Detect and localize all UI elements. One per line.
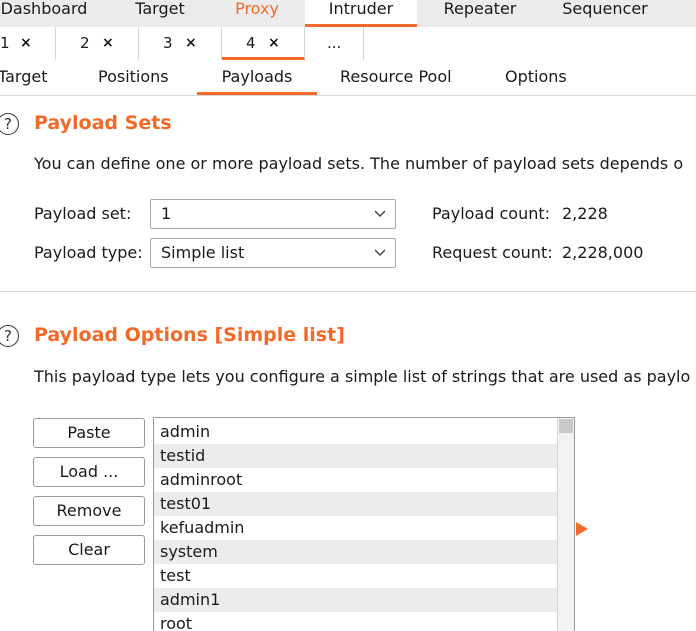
subtab-resource-pool[interactable]: Resource Pool xyxy=(340,61,452,93)
remove-button[interactable]: Remove xyxy=(33,496,145,526)
payload-set-label: Payload set: xyxy=(34,204,132,223)
payload-sets-description: You can define one or more payload sets.… xyxy=(34,154,684,173)
payload-options-title: Payload Options [Simple list] xyxy=(34,324,345,346)
request-count-value: 2,228,000 xyxy=(562,243,644,262)
tab-repeater[interactable]: Repeater xyxy=(425,0,535,26)
payload-count-label: Payload count: xyxy=(432,204,551,223)
tab-proxy[interactable]: Proxy xyxy=(208,0,306,26)
list-item[interactable]: root xyxy=(154,612,557,631)
payload-type-label: Payload type: xyxy=(34,243,143,262)
list-item[interactable]: admin xyxy=(154,420,557,444)
attack-tab-1[interactable]: 1 × xyxy=(0,27,56,60)
intruder-sub-tab-bar: Target Positions Payloads Resource Pool … xyxy=(0,61,696,96)
attack-tab-bar: 1 × 2 × 3 × 4 × ... xyxy=(0,27,696,62)
attack-tab-3[interactable]: 3 × xyxy=(139,27,222,60)
payload-set-value: 1 xyxy=(161,204,172,223)
list-item[interactable]: testid xyxy=(154,444,557,468)
attack-tab-label: 2 xyxy=(80,34,90,52)
list-item[interactable]: test01 xyxy=(154,492,557,516)
tab-sequencer[interactable]: Sequencer xyxy=(547,0,663,26)
close-icon[interactable]: × xyxy=(20,27,32,59)
payload-type-value: Simple list xyxy=(161,243,245,262)
list-scrollbar[interactable] xyxy=(557,418,574,631)
list-item[interactable]: admin1 xyxy=(154,588,557,612)
help-circle-icon[interactable]: ? xyxy=(0,325,19,347)
scrollbar-thumb[interactable] xyxy=(559,419,573,433)
payload-list[interactable]: admin testid adminroot test01 kefuadmin … xyxy=(153,417,575,631)
subtab-options[interactable]: Options xyxy=(505,61,567,93)
subtab-payloads[interactable]: Payloads xyxy=(197,61,317,95)
new-tab-label: ... xyxy=(327,34,342,52)
top-tab-bar: Dashboard Target Proxy Intruder Repeater… xyxy=(0,0,696,28)
new-attack-tab[interactable]: ... xyxy=(305,27,364,60)
close-icon[interactable]: × xyxy=(185,27,197,59)
payload-type-select[interactable]: Simple list xyxy=(150,238,396,268)
attack-tab-label: 3 xyxy=(163,34,173,52)
chevron-down-icon xyxy=(375,249,385,257)
section-divider xyxy=(0,291,696,292)
payload-set-select[interactable]: 1 xyxy=(150,199,396,229)
subtab-target[interactable]: Target xyxy=(0,61,48,93)
close-icon[interactable]: × xyxy=(102,27,114,59)
attack-tab-2[interactable]: 2 × xyxy=(56,27,139,60)
list-item[interactable]: adminroot xyxy=(154,468,557,492)
paste-button[interactable]: Paste xyxy=(33,418,145,448)
list-item[interactable]: test xyxy=(154,564,557,588)
clear-button[interactable]: Clear xyxy=(33,535,145,565)
tab-dashboard[interactable]: Dashboard xyxy=(0,0,94,26)
attack-tab-label: 4 xyxy=(246,34,256,52)
payload-sets-title: Payload Sets xyxy=(34,112,172,134)
payload-options-description: This payload type lets you configure a s… xyxy=(34,367,691,386)
tab-intruder[interactable]: Intruder xyxy=(305,0,417,27)
chevron-down-icon xyxy=(375,210,385,218)
tab-target[interactable]: Target xyxy=(110,0,210,26)
list-item[interactable]: system xyxy=(154,540,557,564)
close-icon[interactable]: × xyxy=(268,27,280,59)
help-circle-icon[interactable]: ? xyxy=(0,113,19,135)
attack-tab-label: 1 xyxy=(0,34,10,52)
payload-count-value: 2,228 xyxy=(562,204,608,223)
request-count-label: Request count: xyxy=(432,243,553,262)
load-button[interactable]: Load ... xyxy=(33,457,145,487)
triangle-right-icon[interactable] xyxy=(576,522,588,536)
subtab-positions[interactable]: Positions xyxy=(98,61,169,93)
list-item[interactable]: kefuadmin xyxy=(154,516,557,540)
attack-tab-4[interactable]: 4 × xyxy=(222,27,305,60)
